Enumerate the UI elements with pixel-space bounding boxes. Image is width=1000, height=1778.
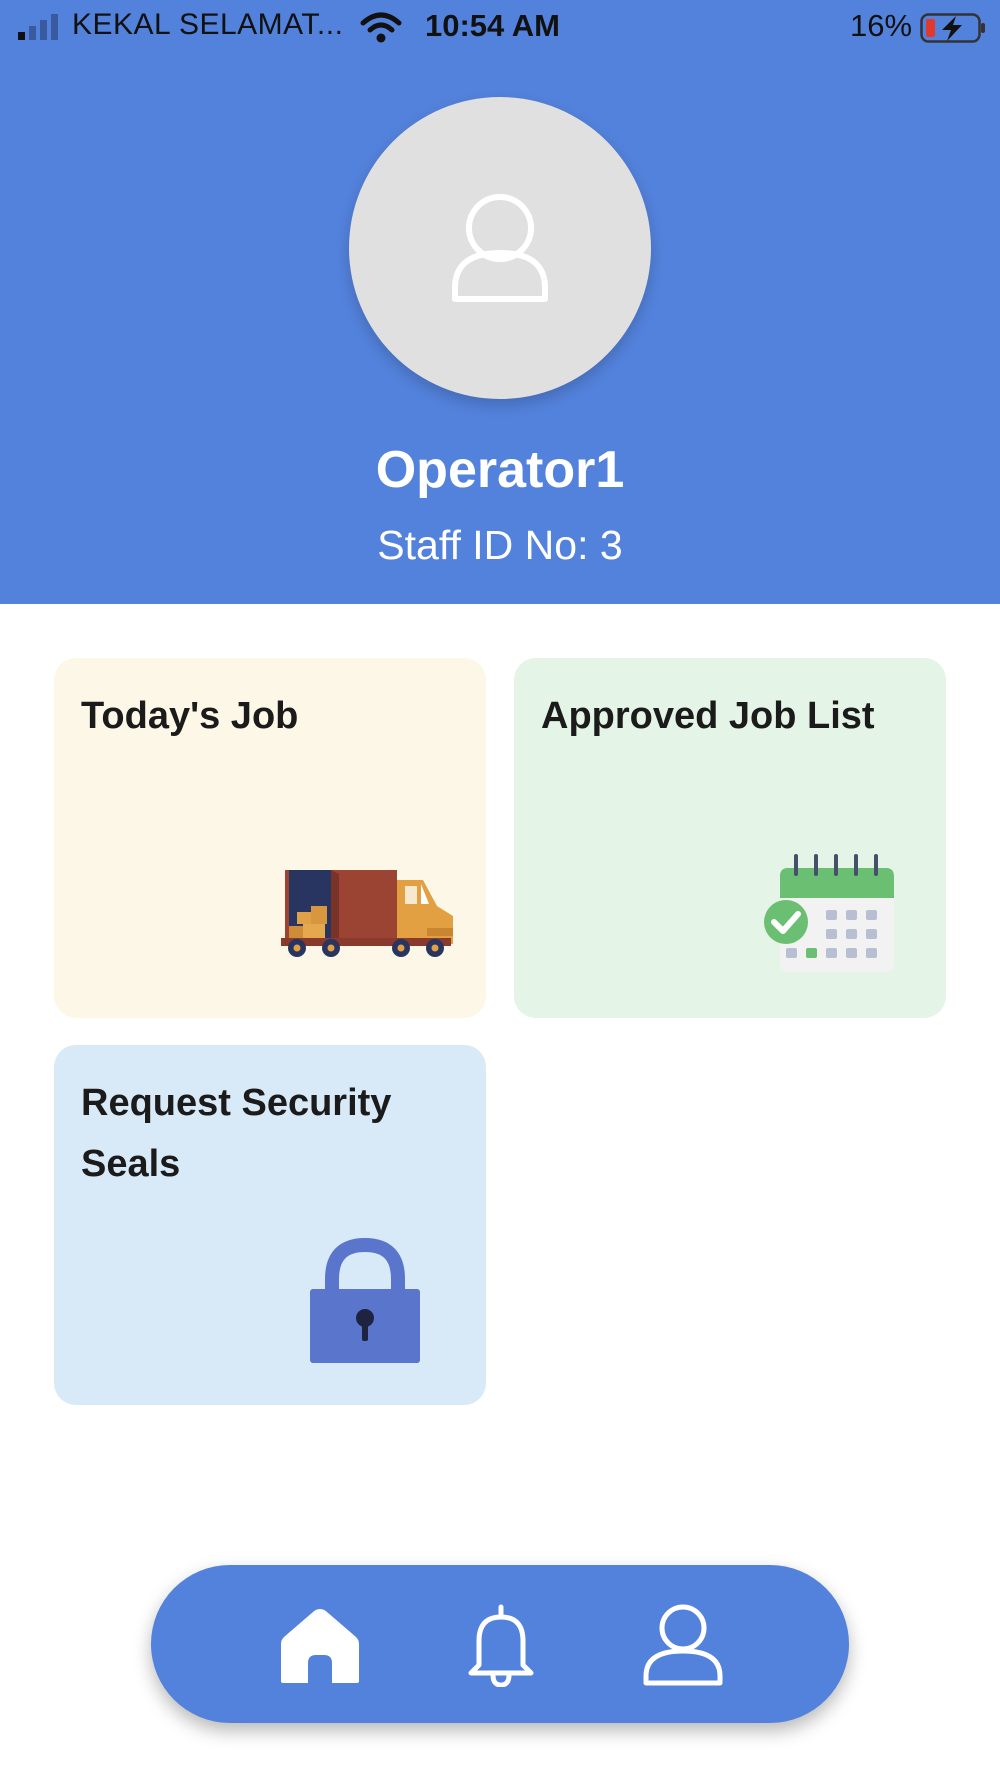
user-name: Operator1 [375,441,625,499]
home-icon [281,1609,359,1683]
status-bar: KEKAL SELAMAT... 10:54 AM 16% [0,0,1000,56]
battery-percent: 16% [850,8,913,43]
card-title: Approved Job List [541,695,875,737]
profile-header: KEKAL SELAMAT... 10:54 AM 16% Operator1 … [0,0,1000,604]
profile-icon [643,1604,723,1686]
avatar[interactable] [349,97,651,399]
carrier-name: KEKAL SELAMAT... [72,8,344,41]
card-title: Today's Job [81,695,299,737]
lock-icon [310,1237,420,1363]
card-title: Request Security Seals [81,1082,392,1185]
delivery-truck-icon [281,870,453,957]
staff-id-value: 3 [599,522,623,568]
nav-notifications-button[interactable] [459,1603,543,1688]
nav-home-button[interactable] [278,1603,362,1687]
bell-icon [468,1604,534,1688]
clock-time: 10:54 AM [425,8,560,43]
staff-id-label: Staff ID No: [377,522,589,568]
wifi-icon [360,12,402,43]
signal-icon [18,14,58,40]
nav-profile-button[interactable] [641,1603,725,1687]
bottom-navigation [151,1565,849,1723]
user-icon [452,194,548,302]
battery-charging-icon [920,13,985,43]
todays-job-card[interactable]: Today's Job [54,658,486,1018]
request-security-seals-card[interactable]: Request Security Seals [54,1045,486,1405]
calendar-check-icon [764,854,894,972]
approved-job-list-card[interactable]: Approved Job List [514,658,946,1018]
staff-id: Staff ID No: 3 [0,522,1000,569]
